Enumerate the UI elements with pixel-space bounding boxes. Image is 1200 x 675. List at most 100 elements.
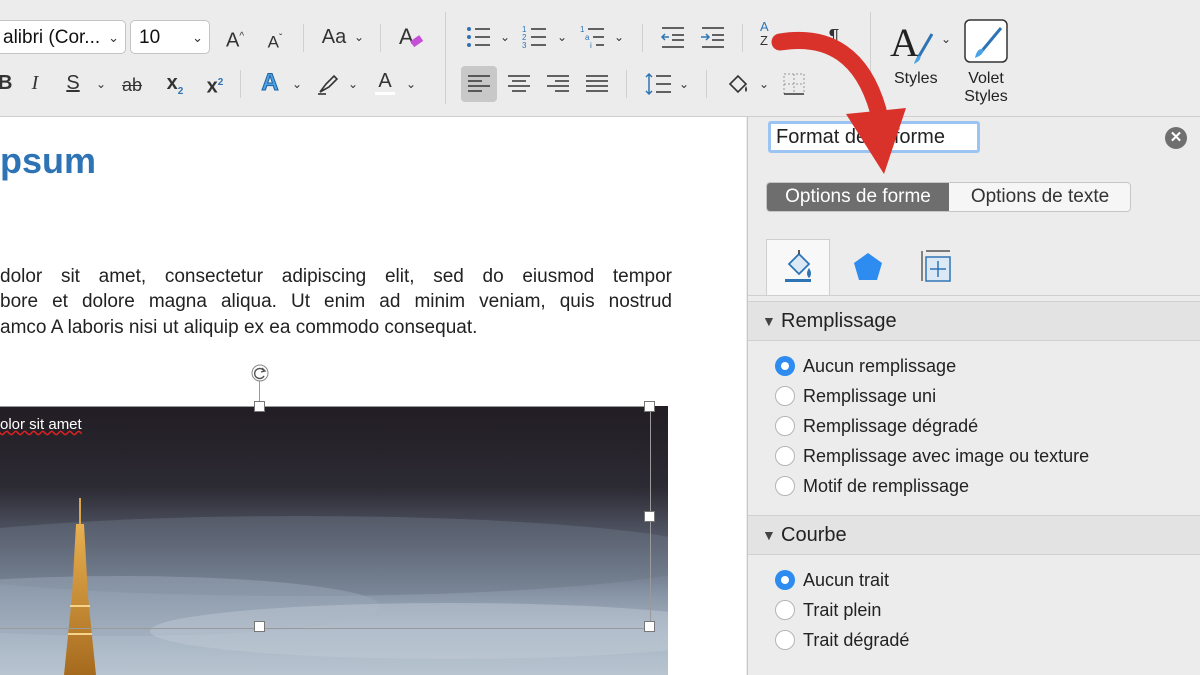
resize-handle-bottom[interactable] bbox=[254, 621, 265, 632]
resize-handle-bottom-right[interactable] bbox=[644, 621, 655, 632]
increase-indent-icon[interactable] bbox=[700, 26, 726, 48]
clear-formatting-icon[interactable]: A bbox=[397, 22, 425, 52]
annotation-arrow-icon bbox=[771, 31, 906, 174]
option-pattern-fill[interactable]: Motif de remplissage bbox=[803, 475, 969, 497]
size-layout-icon[interactable] bbox=[920, 249, 952, 283]
radio-pattern-fill[interactable] bbox=[775, 476, 795, 496]
align-right-icon[interactable] bbox=[547, 75, 569, 93]
divider bbox=[742, 24, 743, 52]
chevron-down-icon[interactable]: ⌄ bbox=[96, 77, 106, 91]
styles-pane-button[interactable]: Volet Styles bbox=[958, 70, 1014, 106]
divider bbox=[706, 70, 707, 98]
fill-line-tab[interactable] bbox=[766, 239, 830, 295]
divider bbox=[748, 295, 1200, 296]
align-left-button[interactable] bbox=[461, 66, 497, 102]
effects-pentagon-icon[interactable] bbox=[852, 251, 884, 283]
grow-font-icon: A bbox=[225, 29, 240, 52]
resize-handle-right[interactable] bbox=[644, 511, 655, 522]
text-effects-icon: A bbox=[261, 69, 279, 97]
radio-no-fill[interactable] bbox=[775, 356, 795, 376]
body-line-3: amco A laboris nisi ut aliquip ex ea com… bbox=[0, 317, 478, 338]
text-effects-button[interactable]: A bbox=[256, 68, 284, 98]
option-gradient-fill[interactable]: Remplissage dégradé bbox=[803, 415, 978, 437]
shrink-font-button[interactable]: Aˇ bbox=[262, 24, 288, 58]
italic-icon: I bbox=[31, 72, 39, 94]
chevron-down-icon[interactable]: ⌄ bbox=[348, 77, 358, 91]
resize-handle-top-right[interactable] bbox=[644, 401, 655, 412]
font-size-value: 10 bbox=[139, 27, 161, 48]
eiffel-tower-image[interactable]: olor sit amet bbox=[0, 406, 668, 675]
line-section-title: Courbe bbox=[781, 524, 847, 546]
shrink-font-icon: A bbox=[267, 32, 279, 52]
radio-solid-fill[interactable] bbox=[775, 386, 795, 406]
chevron-down-icon[interactable]: ⌄ bbox=[292, 77, 302, 91]
divider bbox=[642, 24, 643, 52]
document-heading: psum bbox=[0, 140, 97, 181]
font-name-value: alibri (Cor... bbox=[3, 27, 101, 48]
align-left-icon bbox=[468, 75, 490, 92]
bold-button[interactable]: B bbox=[0, 68, 12, 98]
chevron-down-icon[interactable]: ⌄ bbox=[557, 30, 567, 44]
underline-button[interactable]: S bbox=[62, 68, 84, 98]
resize-handle-top[interactable] bbox=[254, 401, 265, 412]
divider bbox=[303, 24, 304, 52]
tab-text-options[interactable]: Options de texte bbox=[949, 183, 1130, 211]
option-solid-line[interactable]: Trait plein bbox=[803, 599, 881, 621]
font-color-button[interactable]: A bbox=[372, 66, 398, 96]
option-no-fill[interactable]: Aucun remplissage bbox=[803, 355, 956, 377]
option-solid-fill[interactable]: Remplissage uni bbox=[803, 385, 936, 407]
chevron-down-icon[interactable]: ⌄ bbox=[614, 30, 624, 44]
font-name-select[interactable]: alibri (Cor... ⌄ bbox=[0, 20, 126, 54]
font-size-select[interactable]: 10 ⌄ bbox=[130, 20, 210, 54]
chevron-down-icon[interactable]: ⌄ bbox=[679, 77, 689, 91]
body-line-2: bore et dolore magna aliqua. Ut enim ad … bbox=[0, 291, 672, 312]
chevron-down-icon[interactable]: ⌄ bbox=[941, 32, 951, 46]
grow-font-button[interactable]: A^ bbox=[222, 22, 248, 56]
svg-text:3: 3 bbox=[522, 41, 527, 50]
numbering-icon[interactable]: 1 2 3 bbox=[522, 24, 548, 50]
chevron-down-icon[interactable]: ⌄ bbox=[354, 30, 364, 44]
strikethrough-icon: ab bbox=[121, 75, 143, 95]
radio-gradient-line[interactable] bbox=[775, 630, 795, 650]
fill-section-header[interactable]: ▼ Remplissage bbox=[748, 301, 1200, 341]
ribbon-toolbar: alibri (Cor... ⌄ 10 ⌄ A^ Aˇ Aa ⌄ A B I S… bbox=[0, 0, 1200, 117]
close-icon[interactable]: ✕ bbox=[1165, 127, 1187, 149]
radio-no-line[interactable] bbox=[775, 570, 795, 590]
chevron-down-icon[interactable]: ⌄ bbox=[406, 77, 416, 91]
italic-button[interactable]: I bbox=[24, 68, 46, 98]
superscript-button[interactable]: x2 bbox=[202, 68, 228, 102]
styles-pane-label-2: Styles bbox=[964, 88, 1008, 105]
styles-pane-icon[interactable] bbox=[963, 18, 1009, 64]
bullets-icon[interactable] bbox=[466, 26, 492, 48]
change-case-button[interactable]: Aa bbox=[318, 22, 350, 52]
superscript-mark: 2 bbox=[217, 77, 224, 88]
divider bbox=[240, 70, 241, 98]
shading-icon[interactable] bbox=[726, 72, 752, 96]
radio-gradient-fill[interactable] bbox=[775, 416, 795, 436]
textbox-text[interactable]: olor sit amet bbox=[0, 416, 82, 433]
divider bbox=[380, 24, 381, 52]
font-color-icon: A bbox=[375, 70, 395, 95]
option-no-line[interactable]: Aucun trait bbox=[803, 569, 889, 591]
chevron-down-icon: ⌄ bbox=[108, 30, 119, 45]
chevron-down-icon: ⌄ bbox=[192, 30, 203, 45]
align-center-icon[interactable] bbox=[508, 75, 530, 93]
subscript-icon: x bbox=[166, 72, 178, 94]
line-spacing-icon[interactable] bbox=[644, 72, 672, 96]
line-section-header[interactable]: ▼ Courbe bbox=[748, 515, 1200, 555]
multilevel-list-icon[interactable]: 1 a i bbox=[580, 24, 606, 50]
subscript-button[interactable]: x2 bbox=[162, 68, 188, 107]
option-gradient-line[interactable]: Trait dégradé bbox=[803, 629, 909, 651]
highlighter-icon[interactable] bbox=[316, 72, 340, 96]
radio-picture-fill[interactable] bbox=[775, 446, 795, 466]
styles-pane-label-1: Volet bbox=[968, 70, 1004, 87]
radio-solid-line[interactable] bbox=[775, 600, 795, 620]
chevron-down-icon[interactable]: ⌄ bbox=[500, 30, 510, 44]
justify-icon[interactable] bbox=[586, 75, 608, 93]
decrease-indent-icon[interactable] bbox=[660, 26, 686, 48]
svg-text:i: i bbox=[590, 41, 592, 50]
rotate-handle-icon[interactable] bbox=[250, 363, 270, 383]
option-picture-fill[interactable]: Remplissage avec image ou texture bbox=[803, 445, 1089, 467]
strikethrough-button[interactable]: ab bbox=[118, 70, 146, 100]
triangle-down-icon: ▼ bbox=[762, 313, 776, 329]
